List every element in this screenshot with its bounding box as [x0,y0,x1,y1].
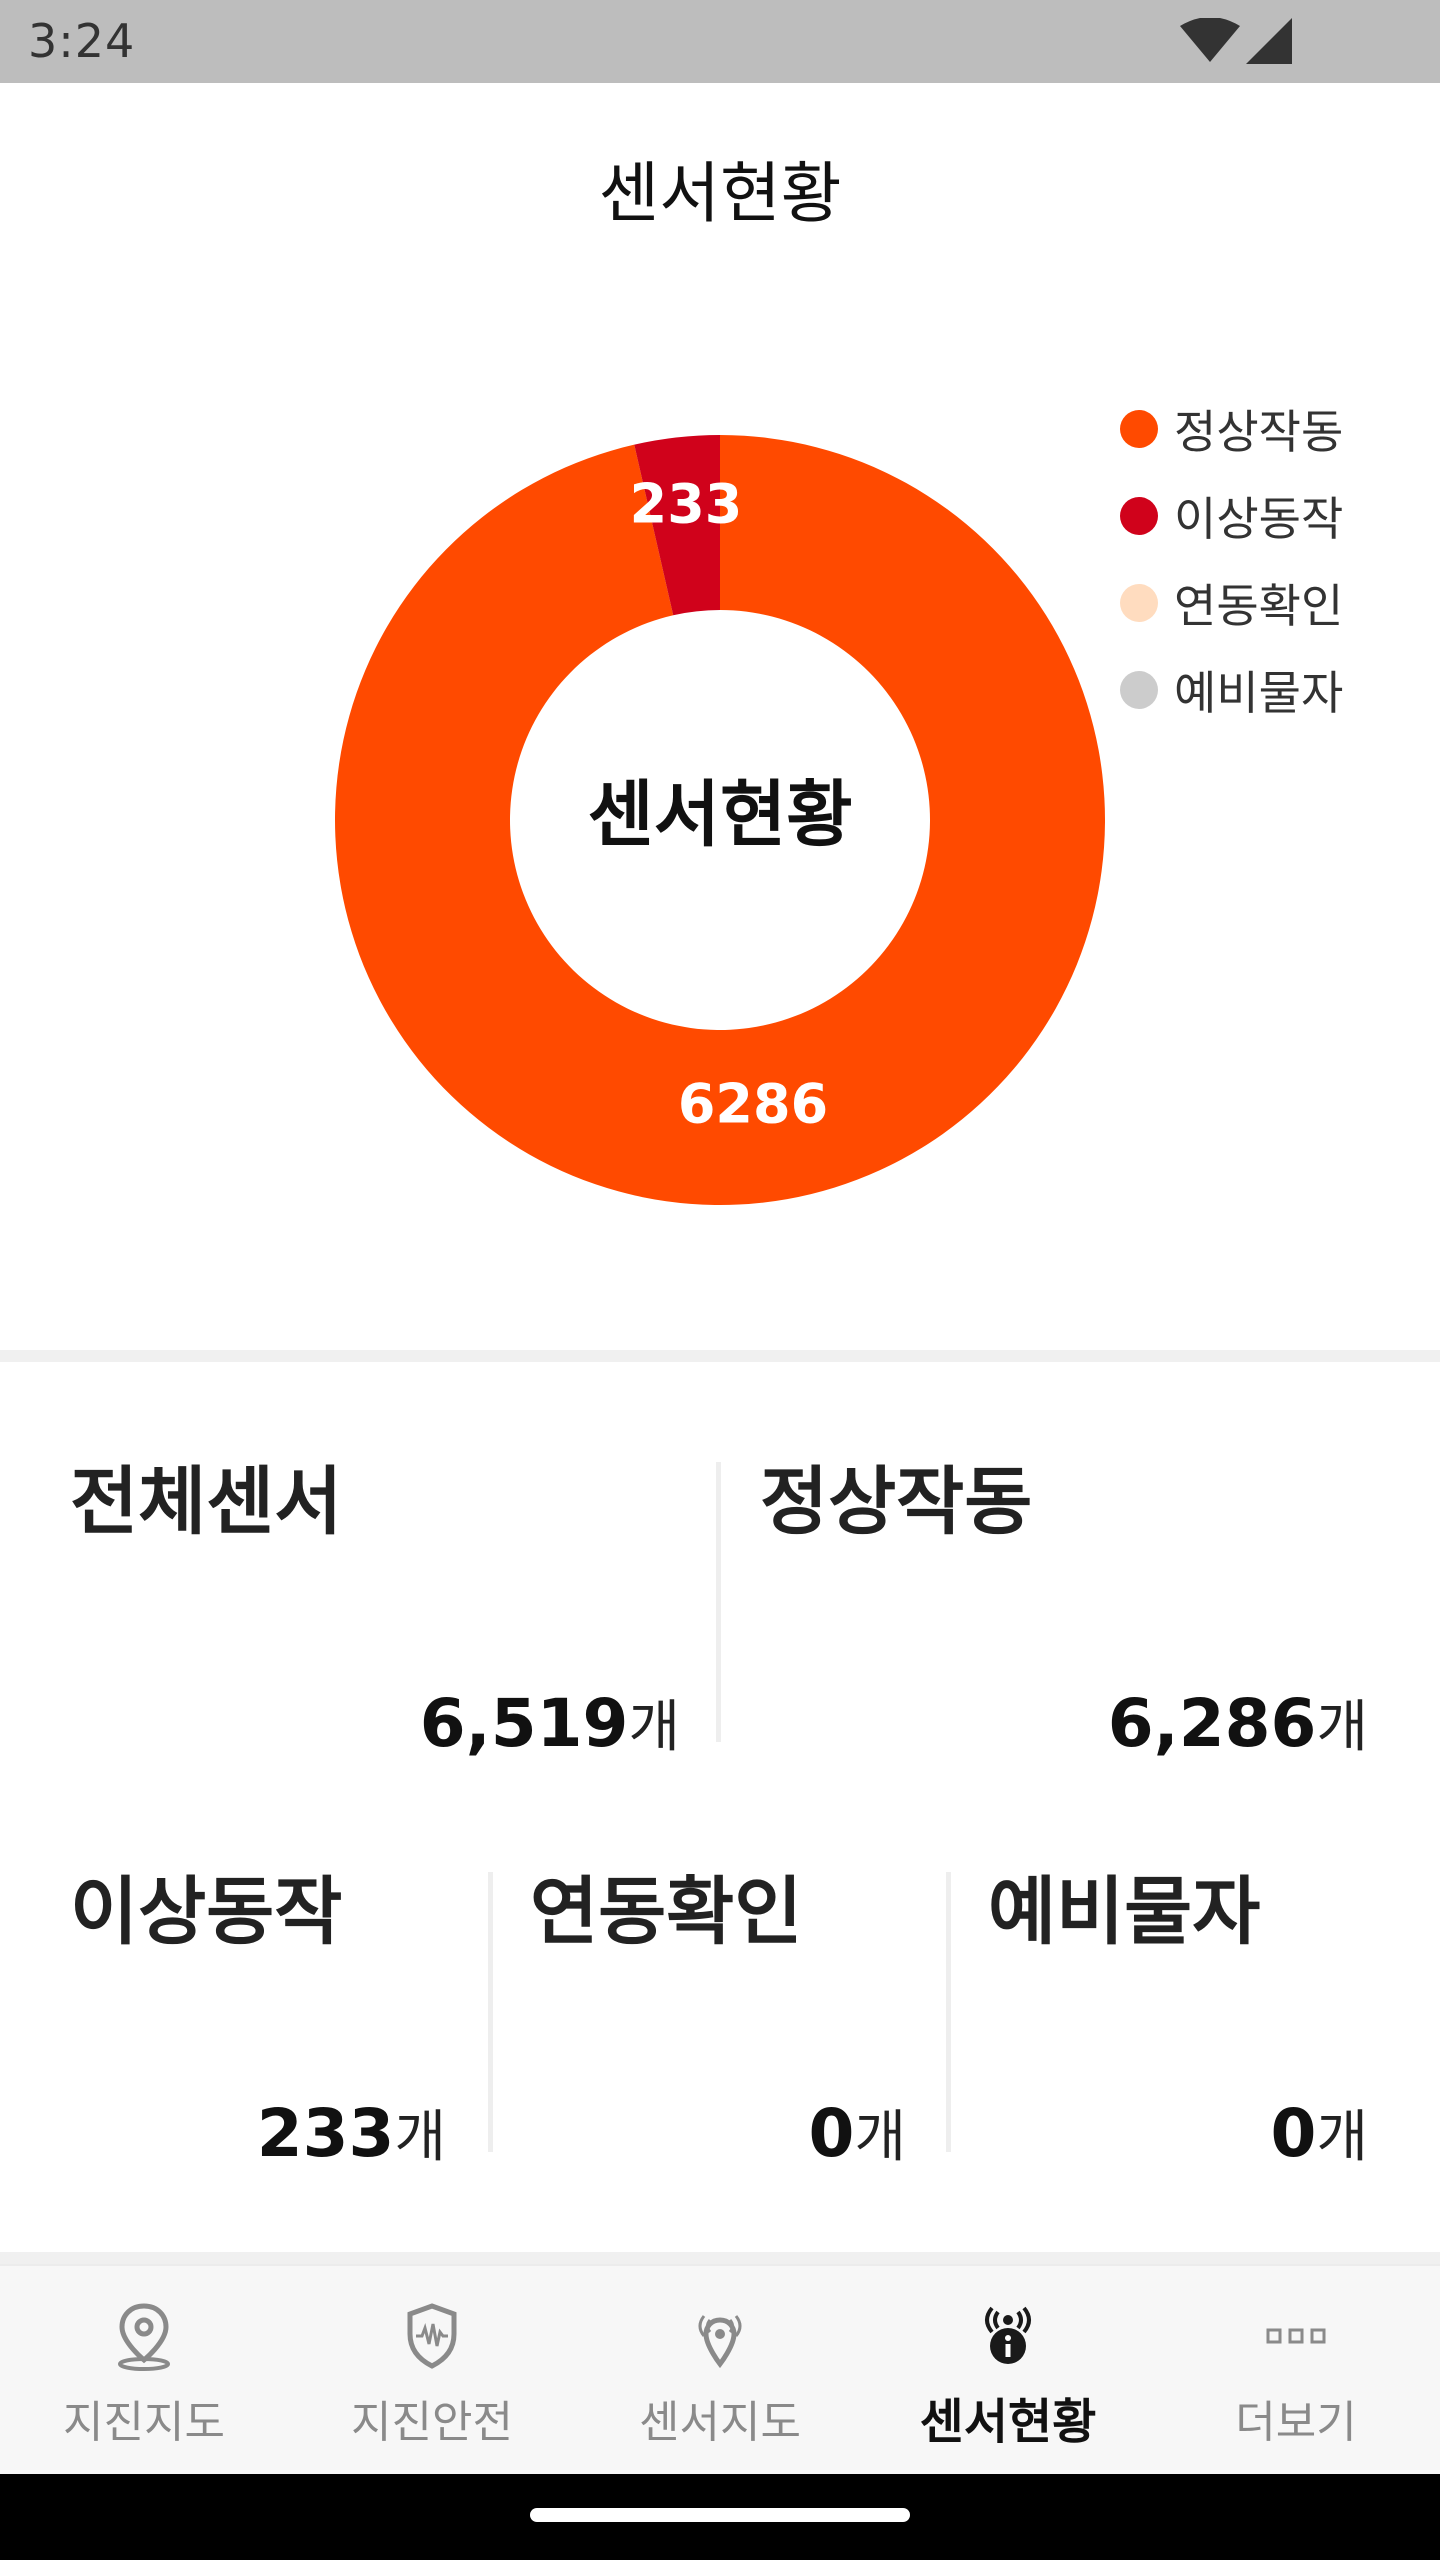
system-gesture-bar [0,2474,1440,2560]
stat-title: 전체센서 [70,1459,343,1545]
stat-value: 6,286개 [1107,1685,1368,1762]
donut-chart: 6286 233 센서현황 [334,435,1105,1205]
stat-title: 예비물자 [988,1869,1261,1955]
stat-linked: 연동확인 0개 [490,1782,950,2182]
stat-total: 전체센서 6,519개 [0,1362,720,1782]
donut-data-label: 6286 [678,1073,828,1136]
more-icon [1266,2328,1326,2344]
stat-abnormal: 이상동작 233개 [0,1782,490,2182]
stat-title: 정상작동 [760,1459,1033,1545]
wifi-icon [1180,18,1240,62]
nav-label: 지진지도 [63,2397,225,2448]
stat-value: 6,519개 [419,1685,680,1762]
legend-label: 예비물자 [1174,665,1344,720]
legend-label: 연동확인 [1174,578,1344,633]
shield-wave-icon [407,2303,457,2369]
stat-spare: 예비물자 0개 [950,1782,1440,2182]
legend-item[interactable]: 예비물자 [1120,646,1343,733]
legend-swatch [1120,409,1158,448]
sensor-status-chart: 6286 233 센서현황 정상작동이상동작연동확인예비물자 [0,330,1440,1230]
legend-item[interactable]: 정상작동 [1120,385,1343,472]
stat-value: 0개 [808,2095,906,2172]
stat-value: 233개 [256,2095,446,2172]
home-indicator[interactable] [530,2508,910,2522]
map-pin-icon [118,2303,170,2371]
nav-item-earthquake-safety[interactable]: 지진안전 [288,2266,576,2476]
stat-value: 0개 [1270,2095,1368,2172]
stat-normal: 정상작동 6,286개 [720,1362,1440,1782]
sensor-pin-icon [698,2315,742,2369]
legend-item[interactable]: 연동확인 [1120,559,1343,646]
donut-center-label: 센서현황 [588,773,853,857]
legend-item[interactable]: 이상동작 [1120,472,1343,559]
sensor-info-icon [985,2306,1031,2364]
nav-item-more[interactable]: 더보기 [1152,2266,1440,2476]
signal-icon [1246,18,1292,64]
bottom-nav: 지진지도 지진안전 센서지도 센서현황 더보기 [0,2264,1440,2476]
section-divider [0,2252,1440,2264]
nav-item-earthquake-map[interactable]: 지진지도 [0,2266,288,2476]
stat-title: 이상동작 [70,1869,343,1955]
nav-label: 센서지도 [639,2397,801,2448]
nav-label: 더보기 [1235,2397,1357,2448]
section-divider [0,1350,1440,1362]
legend-swatch [1120,670,1158,709]
status-time: 3:24 [28,14,136,68]
nav-item-sensor-map[interactable]: 센서지도 [576,2266,864,2476]
legend-swatch [1120,583,1158,622]
chart-legend: 정상작동이상동작연동확인예비물자 [1120,385,1343,733]
nav-item-sensor-status[interactable]: 센서현황 [864,2266,1152,2476]
legend-swatch [1120,496,1158,535]
nav-label: 센서현황 [919,2394,1097,2450]
page-title: 센서현황 [598,155,842,232]
stat-title: 연동확인 [530,1869,803,1955]
legend-label: 이상동작 [1174,491,1344,546]
status-bar: 3:24 [0,0,1440,83]
legend-label: 정상작동 [1174,404,1344,459]
nav-label: 지진안전 [351,2397,513,2448]
donut-data-label: 233 [630,473,743,536]
